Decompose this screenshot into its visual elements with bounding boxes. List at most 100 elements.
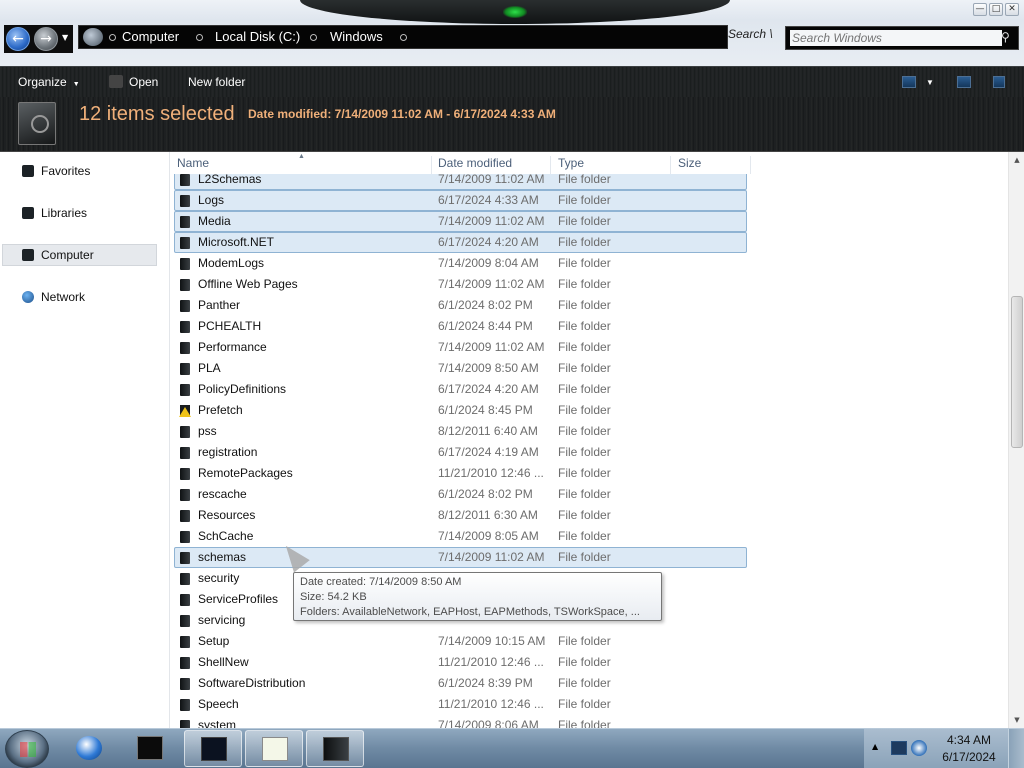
view-options-dropdown[interactable]: ▼ (926, 78, 934, 87)
scroll-up-button[interactable]: ▲ (1009, 152, 1024, 168)
file-date-modified: 7/14/2009 11:02 AM (438, 340, 545, 354)
sidebar-item-favorites[interactable]: Favorites (2, 160, 157, 182)
taskbar: ▲ 4:34 AM 6/17/2024 (0, 728, 1024, 768)
show-desktop-button[interactable] (1008, 729, 1024, 768)
organize-button[interactable]: Organize ▼ (18, 75, 80, 89)
file-type: File folder (558, 403, 611, 417)
start-button[interactable] (5, 730, 49, 768)
file-row[interactable]: Media 7/14/2009 11:02 AM File folder (174, 211, 747, 232)
show-hidden-icons-button[interactable]: ▲ (872, 742, 878, 751)
column-header-type[interactable]: Type (551, 156, 671, 174)
open-button[interactable]: Open (129, 75, 158, 89)
folder-icon (180, 258, 190, 270)
sidebar-item-libraries[interactable]: Libraries (2, 202, 157, 224)
taskbar-command-prompt[interactable] (121, 730, 179, 767)
file-row[interactable]: Setup 7/14/2009 10:15 AM File folder (174, 631, 747, 652)
file-row[interactable]: Panther 6/1/2024 8:02 PM File folder (174, 295, 747, 316)
folder-icon (180, 615, 190, 627)
file-row[interactable]: Performance 7/14/2009 11:02 AM File folder (174, 337, 747, 358)
file-row[interactable]: Resources 8/12/2011 6:30 AM File folder (174, 505, 747, 526)
computer-icon (22, 249, 34, 261)
column-header-name[interactable]: Name ▲ (170, 153, 432, 174)
taskbar-windows-explorer[interactable] (306, 730, 364, 767)
minimize-button[interactable]: — (973, 3, 987, 16)
scroll-down-button[interactable]: ▼ (1009, 712, 1024, 728)
file-name: system (198, 718, 237, 728)
file-row[interactable]: Offline Web Pages 7/14/2009 11:02 AM File … (174, 274, 747, 295)
taskbar-notepad[interactable] (245, 730, 303, 767)
file-row[interactable]: Prefetch 6/1/2024 8:45 PM File folder (174, 400, 747, 421)
file-name: SoftwareDistribution (198, 676, 306, 690)
breadcrumb-computer[interactable]: Computer (122, 29, 179, 44)
clock-date[interactable]: 6/17/2024 (939, 750, 999, 764)
clock-time[interactable]: 4:34 AM (939, 733, 999, 747)
file-row[interactable]: SchCache 7/14/2009 8:05 AM File folder (174, 526, 747, 547)
scroll-thumb[interactable] (1011, 296, 1023, 448)
file-type: File folder (558, 235, 611, 249)
folder-info-tooltip: Date created: 7/14/2009 8:50 AM Size: 54… (293, 572, 662, 621)
search-box[interactable]: ⚲ (785, 26, 1019, 50)
refresh-button[interactable]: Search \ (728, 27, 778, 47)
file-row[interactable]: PolicyDefinitions 6/17/2024 4:20 AM File f… (174, 379, 747, 400)
file-row[interactable]: PLA 7/14/2009 8:50 AM File folder (174, 358, 747, 379)
file-row[interactable]: Speech 11/21/2010 12:46 ... File folder (174, 694, 747, 715)
volume-icon[interactable] (911, 740, 927, 756)
help-icon[interactable] (993, 76, 1005, 88)
folder-icon (180, 531, 190, 543)
file-name: ShellNew (198, 655, 249, 669)
forward-button[interactable]: → (34, 27, 58, 51)
file-row[interactable]: RemotePackages 11/21/2010 12:46 ... File f… (174, 463, 747, 484)
file-row[interactable]: PCHEALTH 6/1/2024 8:44 PM File folder (174, 316, 747, 337)
breadcrumb-local-disk[interactable]: Local Disk (C:) (215, 29, 300, 44)
file-row[interactable]: pss 8/12/2011 6:40 AM File folder (174, 421, 747, 442)
file-type: File folder (558, 508, 611, 522)
address-bar[interactable]: Computer Local Disk (C:) Windows (78, 25, 728, 49)
folder-icon (180, 489, 190, 501)
network-status-icon[interactable] (891, 741, 907, 755)
column-header-size[interactable]: Size (671, 156, 751, 174)
sidebar-item-network[interactable]: Network (2, 286, 157, 308)
file-date-modified: 6/17/2024 4:20 AM (438, 235, 539, 249)
breadcrumb-windows[interactable]: Windows (330, 29, 383, 44)
file-name: ModemLogs (198, 256, 265, 270)
file-row[interactable]: SoftwareDistribution 6/1/2024 8:39 PM File… (174, 673, 747, 694)
close-button[interactable]: ✕ (1005, 3, 1019, 16)
folder-icon (180, 699, 190, 711)
file-row[interactable]: registration 6/17/2024 4:19 AM File folder (174, 442, 747, 463)
file-row[interactable]: Microsoft.NET 6/17/2024 4:20 AM File folde… (174, 232, 747, 253)
file-type: File folder (558, 655, 611, 669)
file-date-modified: 11/21/2010 12:46 ... (438, 655, 544, 669)
file-row[interactable]: schemas 7/14/2009 11:02 AM File folder (174, 547, 747, 568)
back-button[interactable]: ← (6, 27, 30, 51)
file-row[interactable]: Logs 6/17/2024 4:33 AM File folder (174, 190, 747, 211)
search-input[interactable] (790, 30, 1002, 46)
taskbar-windows-media-player[interactable] (60, 730, 118, 767)
file-row[interactable]: ShellNew 11/21/2010 12:46 ... File folder (174, 652, 747, 673)
recent-pages-dropdown[interactable]: ▼ (62, 33, 68, 42)
column-header-date-modified[interactable]: Date modified (431, 156, 551, 174)
breadcrumb-separator-icon[interactable] (400, 34, 407, 41)
new-folder-button[interactable]: New folder (188, 75, 245, 89)
folder-icon (180, 636, 190, 648)
file-type: File folder (558, 697, 611, 711)
file-name: SchCache (198, 529, 254, 543)
folder-icon (180, 594, 190, 606)
file-row[interactable]: system 7/14/2009 8:06 AM File folder (174, 715, 747, 728)
folder-icon (180, 720, 190, 728)
open-icon (109, 75, 123, 88)
taskbar-resource-monitor[interactable] (184, 730, 242, 767)
sidebar-item-computer[interactable]: Computer (2, 244, 157, 266)
breadcrumb-separator-icon[interactable] (310, 34, 317, 41)
file-date-modified: 6/1/2024 8:02 PM (438, 487, 533, 501)
preview-pane-icon[interactable] (957, 76, 971, 88)
search-icon[interactable]: ⚲ (1001, 30, 1015, 46)
file-row[interactable]: rescache 6/1/2024 8:02 PM File folder (174, 484, 747, 505)
vertical-scrollbar[interactable]: ▲ ▼ (1008, 152, 1024, 728)
file-date-modified: 7/14/2009 11:02 AM (438, 277, 545, 291)
folder-icon (180, 657, 190, 669)
breadcrumb-separator-icon[interactable] (109, 34, 116, 41)
breadcrumb-separator-icon[interactable] (196, 34, 203, 41)
maximize-button[interactable]: □ (989, 3, 1003, 16)
change-view-icon[interactable] (902, 76, 916, 88)
file-row[interactable]: ModemLogs 7/14/2009 8:04 AM File folder (174, 253, 747, 274)
